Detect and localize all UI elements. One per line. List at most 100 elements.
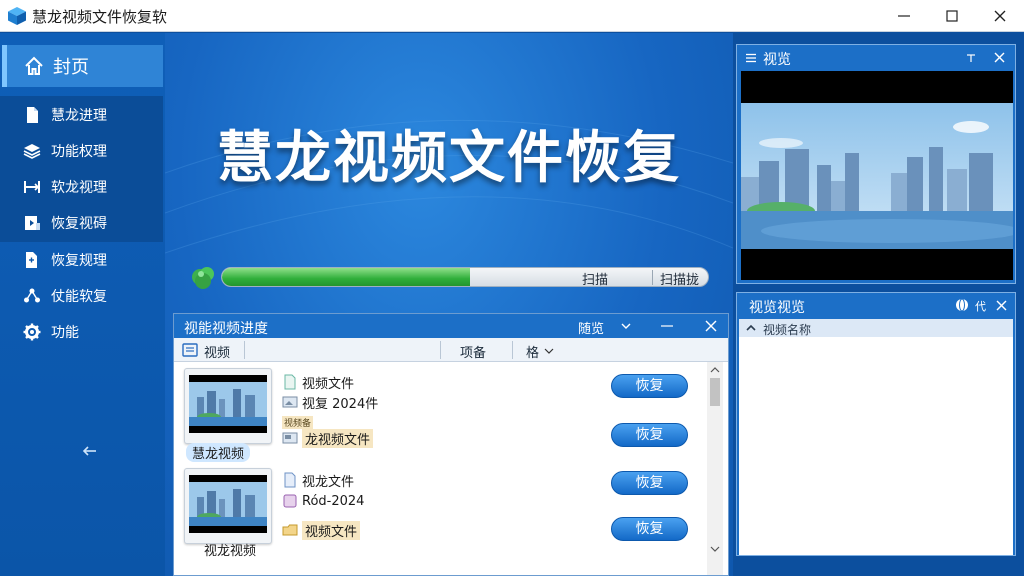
- sidebar-item-3[interactable]: 软龙视理: [0, 170, 163, 204]
- minimize-icon: [898, 15, 910, 17]
- restore-button[interactable]: 恢复: [611, 374, 688, 398]
- minimize-icon[interactable]: [660, 319, 674, 333]
- column-size[interactable]: 项备: [460, 342, 486, 361]
- column-separator: [244, 341, 245, 359]
- close-icon: [994, 10, 1006, 22]
- file-entry: 视复 2024件: [282, 392, 378, 412]
- globe-icon[interactable]: [955, 298, 969, 312]
- file-date: 视复 2024件: [302, 396, 379, 412]
- video-list-window: 视能视频进度 随览 视频 项备 格 慧龙视频 视频文件 视复 2024件 视频备…: [173, 313, 729, 576]
- video-thumbnail[interactable]: [184, 468, 272, 544]
- sidebar-item-label: 软龙视理: [51, 180, 107, 196]
- close-icon[interactable]: [995, 299, 1008, 312]
- menu-icon[interactable]: [745, 52, 757, 64]
- sidebar-item-label: 恢复视碍: [51, 216, 107, 232]
- maximize-button[interactable]: [928, 0, 976, 32]
- selected-item[interactable]: 视频名称: [739, 319, 1013, 337]
- file-entry: 视频文件: [282, 520, 361, 540]
- scan-button[interactable]: 扫描拢: [660, 269, 699, 286]
- window-title: 慧龙视频文件恢复软: [32, 8, 168, 26]
- folder-list-icon: [182, 343, 198, 357]
- video-preview[interactable]: [741, 71, 1013, 280]
- restore-button[interactable]: 恢复: [611, 517, 688, 541]
- file-entry: 视频文件: [282, 372, 354, 392]
- info-settings-label[interactable]: 代: [975, 298, 986, 314]
- progress-divider: [652, 270, 653, 285]
- video-file-icon: [283, 494, 297, 508]
- sidebar-item-home[interactable]: 封页: [2, 45, 163, 87]
- arrow-left-icon[interactable]: [80, 441, 100, 461]
- close-button[interactable]: [976, 0, 1024, 32]
- close-icon[interactable]: [993, 51, 1006, 64]
- selected-item-label: 视频名称: [763, 323, 812, 337]
- column-sort[interactable]: 格: [526, 342, 539, 361]
- collapse-icon[interactable]: [745, 322, 757, 334]
- network-icon: [24, 288, 40, 303]
- column-separator: [440, 341, 441, 359]
- file-entry: 龙视频文件: [282, 428, 374, 448]
- city-thumbnail-image: [189, 475, 267, 533]
- image-file-icon: [282, 396, 298, 408]
- edit-document-icon: [26, 252, 37, 268]
- list-scrollbar[interactable]: [707, 362, 723, 575]
- gear-icon: [23, 323, 41, 341]
- file-name: 龙视频文件: [302, 428, 374, 448]
- sidebar-item-1[interactable]: 慧龙进理: [0, 98, 163, 132]
- app-cube-icon: [8, 7, 26, 25]
- file-date: Ród-2024: [302, 493, 365, 509]
- progress-label: 扫描: [582, 273, 609, 287]
- hero-title: 慧龙视频文件恢复: [217, 126, 681, 191]
- info-panel-title: 视览视览: [749, 300, 805, 316]
- sidebar-item-4[interactable]: 恢复视碍: [0, 206, 163, 240]
- file-icon: [284, 472, 296, 488]
- sidebar-item-5[interactable]: 恢复规理: [0, 243, 163, 277]
- column-header: 视频 项备 格: [174, 338, 728, 362]
- restore-button[interactable]: 恢复: [611, 471, 688, 495]
- list-window-title: 视能视频进度: [184, 321, 268, 337]
- cloud-icon: [192, 267, 214, 289]
- file-name: 视龙文件: [302, 474, 355, 490]
- progress-fill: [222, 268, 470, 286]
- folder-icon: [282, 524, 298, 536]
- video-file-icon: [282, 432, 298, 444]
- sidebar-item-label: 功能: [51, 325, 79, 341]
- chevron-down-icon[interactable]: [620, 320, 632, 332]
- list-window-header: 视能视频进度 随览: [174, 314, 728, 338]
- minimize-button[interactable]: [880, 0, 928, 32]
- view-mode-label[interactable]: 随览: [578, 318, 604, 337]
- title-bar: 慧龙视频文件恢复软: [0, 0, 1024, 32]
- column-name[interactable]: 视频: [204, 342, 230, 361]
- preview-header: 视览: [737, 45, 1015, 71]
- sidebar-item-label: 功能权理: [51, 144, 107, 160]
- city-preview-image: [741, 103, 1013, 249]
- close-icon[interactable]: [704, 319, 718, 333]
- maximize-icon: [946, 10, 958, 22]
- resize-icon: [24, 181, 40, 193]
- sidebar-item-2[interactable]: 功能权理: [0, 134, 163, 168]
- pin-icon[interactable]: [965, 52, 977, 64]
- chevron-down-icon[interactable]: [544, 346, 554, 356]
- city-thumbnail-image: [189, 375, 267, 433]
- sidebar-item-7[interactable]: 功能: [0, 315, 163, 349]
- video-file-icon: [25, 216, 40, 230]
- sidebar-item-label: 恢复规理: [51, 253, 107, 269]
- video-thumbnail[interactable]: [184, 368, 272, 444]
- sidebar-group: 慧龙进理 功能权理 软龙视理 恢复视碍: [0, 96, 163, 242]
- file-entry: Ród-2024: [282, 491, 364, 511]
- chevron-up-icon[interactable]: [710, 366, 720, 374]
- layers-icon: [23, 144, 41, 159]
- sidebar: 封页 慧龙进理 功能权理 软龙视理 恢复视碍 恢复规理 仗能软复 功能: [0, 33, 165, 576]
- preview-panel: 视览: [736, 44, 1016, 284]
- sidebar-item-label: 慧龙进理: [51, 108, 107, 124]
- info-panel: 视览视览 代 视频名称: [736, 292, 1016, 556]
- sidebar-item-label: 封页: [53, 57, 89, 78]
- file-name: 视频文件: [302, 520, 361, 540]
- thumbnail-caption: 视龙视频: [204, 544, 257, 559]
- restore-button[interactable]: 恢复: [611, 423, 688, 447]
- chevron-down-icon[interactable]: [710, 545, 720, 553]
- scan-progress-bar: 扫描 扫描拢: [221, 267, 709, 287]
- scroll-thumb[interactable]: [710, 378, 720, 406]
- column-separator: [512, 341, 513, 359]
- sidebar-item-6[interactable]: 仗能软复: [0, 279, 163, 313]
- file-icon: [284, 374, 296, 390]
